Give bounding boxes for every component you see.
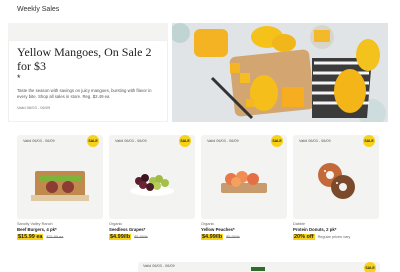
hero-asterisk: * xyxy=(17,73,21,83)
product-image-partial xyxy=(251,267,265,271)
product-name[interactable]: Seedless Grapes* xyxy=(109,227,195,232)
hero-banner[interactable]: Yellow Mangoes, On Sale 2 for $3 * Taste… xyxy=(8,23,388,122)
burger-image xyxy=(31,171,89,201)
sale-badge: SALE xyxy=(364,262,376,272)
product-info: Sancity Valley Ranch Beef Burgers, 4 pk*… xyxy=(17,222,103,240)
regular-price: $21.99 ea xyxy=(46,235,64,239)
product-name[interactable]: Protein Donuts, 2 pk* xyxy=(293,227,379,232)
sale-price: $15.99 ea xyxy=(17,234,44,240)
product-brand: Sancity Valley Ranch xyxy=(17,222,53,226)
hero-description: Taste the season with savings on juicy m… xyxy=(17,88,152,99)
grapes-image xyxy=(130,174,174,196)
peaches-image xyxy=(221,171,267,193)
product-valid-dates: Valid 06/03 - 06/09 xyxy=(143,264,175,268)
product-grid: Valid 06/03 - 06/09 SALE Sancity Valley … xyxy=(17,135,387,245)
hero-headline: Yellow Mangoes, On Sale 2 for $3 xyxy=(17,45,152,73)
product-card[interactable]: Valid 06/03 - 06/09 SALE xyxy=(17,135,103,219)
product-brand: Dabble xyxy=(293,222,306,226)
price-note: Regular prices vary xyxy=(317,235,351,239)
product-info: Dabble Protein Donuts, 2 pk* 20% off Reg… xyxy=(293,222,379,240)
product-card[interactable]: Valid 06/03 - 06/09 SALE xyxy=(293,135,379,219)
donuts-image xyxy=(318,163,355,199)
discount-label: 20% off xyxy=(293,234,315,240)
product-card[interactable]: Valid 06/03 - 06/09 SALE xyxy=(109,135,195,219)
product-card[interactable]: Valid 06/03 - 06/09 SALE xyxy=(201,135,287,219)
hero-text-panel: Yellow Mangoes, On Sale 2 for $3 * Taste… xyxy=(8,40,168,122)
hero-valid-dates: Valid 06/03 - 06/09 xyxy=(17,105,51,110)
product-card-next[interactable]: Valid 06/03 - 06/09 SALE xyxy=(138,262,380,272)
regular-price: $5.99/lb xyxy=(134,235,148,239)
product-brand: Organic xyxy=(201,222,215,226)
product-name[interactable]: Yellow Peaches* xyxy=(201,227,287,232)
sale-price: $4.99/lb xyxy=(201,234,224,240)
regular-price: $5.99/lb xyxy=(226,235,240,239)
product-brand: Organic xyxy=(109,222,123,226)
mango-photo xyxy=(172,23,388,122)
product-name[interactable]: Beef Burgers, 4 pk* xyxy=(17,227,103,232)
product-info: Organic Yellow Peaches* $4.99/lb $5.99/l… xyxy=(201,222,287,240)
product-info: Organic Seedless Grapes* $4.99/lb $5.99/… xyxy=(109,222,195,240)
section-title: Weekly Sales xyxy=(17,6,60,13)
sale-price: $4.99/lb xyxy=(109,234,132,240)
